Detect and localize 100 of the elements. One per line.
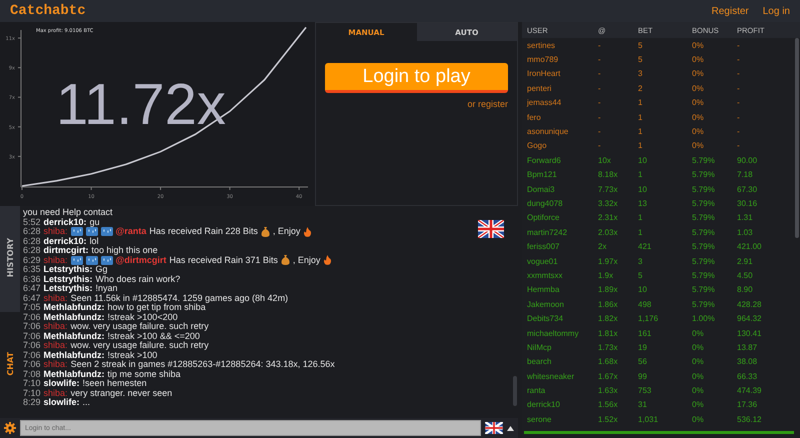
player-name: ranta [526, 386, 546, 396]
timestamp: 7:06 [23, 332, 41, 341]
table-cell-text: - [737, 112, 741, 122]
table-cell-text: 1.68x [598, 357, 619, 366]
username[interactable]: Methlabfundz: [44, 350, 105, 360]
scrollbar[interactable] [795, 38, 799, 238]
scrollbar[interactable] [513, 376, 517, 406]
username[interactable]: derrick10: [44, 236, 87, 246]
timestamp: 7:06 [23, 350, 41, 360]
table-cell-text: 99 [638, 372, 648, 381]
table-cell-text: - [737, 98, 741, 108]
table-cell-text: 0% [692, 55, 705, 64]
player-name: penteri [526, 84, 552, 93]
side-tab[interactable]: CHAT [0, 312, 20, 418]
timestamp: 6:36 [23, 274, 41, 284]
table-cell-text: 0% [692, 386, 705, 396]
timestamp: 7:08 [23, 370, 41, 379]
username[interactable]: Letstrythis: [44, 284, 93, 294]
player-name: Debits734 [526, 314, 564, 324]
settings-icon[interactable] [4, 422, 16, 434]
table-cell-text: - [737, 141, 741, 150]
username[interactable]: Letstrythis: [44, 274, 93, 284]
username[interactable]: derrick10: [44, 218, 87, 227]
username[interactable]: shiba: [44, 294, 68, 303]
table-cell-text: 0% [692, 328, 705, 338]
table-cell-text: 0% [692, 69, 705, 78]
table-cell-text: 10 [638, 156, 648, 165]
username[interactable]: shiba: [44, 388, 68, 398]
side-tab[interactable]: HISTORY [0, 206, 20, 312]
table-cell-text: 5.79% [692, 256, 716, 266]
message-text: wow. very usage failure. such retry [70, 341, 209, 350]
money-bag-icon [260, 226, 270, 237]
username[interactable]: slowlife: [44, 398, 80, 408]
player-name: derrick10 [526, 400, 561, 410]
register-link[interactable]: or register [467, 99, 508, 109]
table-cell-text: 0% [692, 400, 705, 410]
money-bag-icon [280, 255, 290, 266]
flag-icon[interactable] [478, 220, 504, 238]
table-cell-text: 7.18 [737, 170, 754, 180]
username[interactable]: Methlabfundz: [44, 370, 105, 379]
header-link[interactable]: Log in [762, 6, 790, 16]
table-cell-text: 90.00 [737, 156, 758, 165]
message-text: how to get tip from shiba [108, 303, 206, 312]
username[interactable]: Methlabfundz: [44, 312, 105, 322]
table-cell-text: 0% [692, 98, 705, 108]
raindrop-icon [86, 256, 98, 265]
table-cell-text: 2.31x [598, 213, 619, 222]
player-name: Jakemoon [526, 300, 565, 309]
caret-icon[interactable] [507, 426, 514, 430]
message-text: , Enjoy [292, 256, 320, 265]
user-mention[interactable]: @dirtmcgirt [116, 256, 166, 265]
table-cell-text: 5 [638, 55, 644, 64]
table-cell-text: 66.33 [737, 372, 758, 381]
header-link[interactable]: Register [712, 6, 749, 16]
username[interactable]: Methlabfundz: [44, 303, 105, 312]
player-name: asonunique [526, 127, 570, 136]
username[interactable]: Letstrythis: [44, 265, 93, 274]
table-cell-text: 130.41 [737, 328, 762, 338]
username[interactable]: shiba: [44, 227, 68, 236]
timestamp: 6:47 [23, 284, 41, 294]
username[interactable]: shiba: [44, 360, 68, 370]
flag-icon[interactable] [485, 422, 503, 434]
site-logo[interactable]: Catchabtc [10, 3, 86, 19]
username[interactable]: Methlabfundz: [44, 332, 105, 341]
table-cell-text: 0% [692, 112, 705, 122]
table-cell-text: 5.79% [692, 184, 716, 194]
player-name: Optiforce [526, 213, 560, 222]
username[interactable]: shiba: [44, 322, 68, 332]
player-name: Forward6 [526, 156, 562, 165]
table-cell-text: 5.79% [692, 228, 716, 237]
message-text: Seen 11.56k in #12885474. 1259 games ago (8h 42m) [70, 294, 288, 303]
player-name: NilMcp [526, 342, 552, 352]
username[interactable]: shiba: [44, 341, 68, 350]
raindrop-icon [70, 256, 83, 265]
table-cell-text: 0% [692, 40, 705, 50]
username[interactable]: shiba: [44, 256, 68, 265]
username[interactable]: dirtmcgirt: [44, 246, 89, 256]
table-cell-text: 38.08 [737, 357, 758, 366]
table-cell-text: 498 [638, 300, 652, 309]
table-cell-text: 17.36 [737, 400, 758, 410]
username[interactable]: slowlife: [44, 379, 80, 388]
message-text: too high this one [92, 246, 158, 256]
raindrop-icon [86, 227, 98, 236]
table-cell-text: 5 [638, 270, 644, 280]
table-cell-text: 0% [692, 141, 705, 150]
message-text: lol [90, 236, 99, 246]
player-name: serone [526, 414, 552, 424]
table-cell-text: 67.30 [737, 184, 758, 194]
table-cell-text: - [598, 84, 602, 93]
table-cell-text: 5.79% [692, 198, 716, 208]
user-mention[interactable]: @ranta [116, 227, 146, 236]
player-name: jemass44 [526, 98, 562, 108]
table-cell-text: 0% [692, 372, 705, 381]
table-cell-text: 5.79% [692, 300, 716, 309]
table-cell-text: - [737, 84, 741, 93]
player-name: sertines [526, 40, 556, 50]
player-name: whitesneaker [526, 372, 576, 381]
message-text: gu [90, 218, 100, 227]
timestamp: 7:06 [23, 341, 41, 350]
table-cell-text: 1.9x [598, 270, 614, 280]
